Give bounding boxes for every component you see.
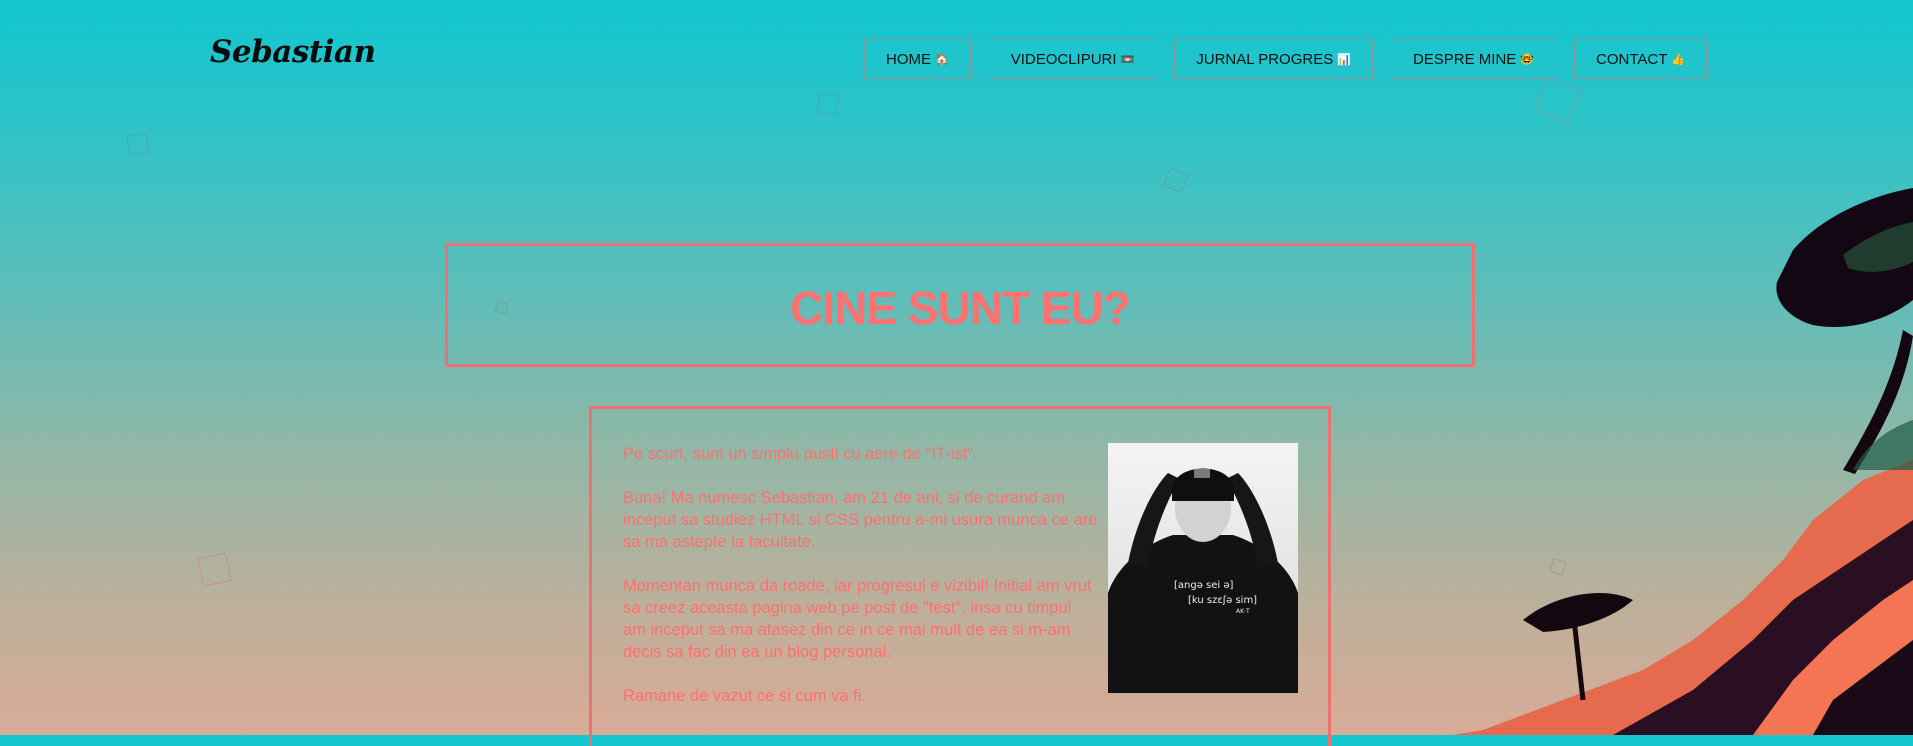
site-logo[interactable]: Sebastian [210, 34, 376, 70]
page-title: CINE SUNT EU? [790, 282, 1131, 334]
about-paragraph: Buna! Ma numesc Sebastian, am 21 de ani,… [623, 489, 1098, 551]
decor-square [816, 92, 840, 116]
about-paragraph: Pe scurt, sunt un simplu pusti cu aere d… [623, 445, 978, 463]
about-section: Pe scurt, sunt un simplu pusti cu aere d… [589, 406, 1331, 746]
videocassette-icon: 📼 [1120, 53, 1135, 66]
about-paragraph: Ramane de vazut ce si cum va fi. [623, 687, 867, 705]
house-icon: 🏠 [935, 53, 949, 66]
hoodie-text: AK·T [1236, 608, 1250, 615]
profile-photo: [angə sei ə] [ku szɛʃə sim] AK·T [1108, 443, 1298, 693]
nav-home[interactable]: HOME 🏠 [864, 39, 971, 79]
hoodie-text: [angə sei ə] [1174, 580, 1234, 591]
hero-box: CINE SUNT EU? [445, 243, 1475, 367]
about-text: Pe scurt, sunt un simplu pusti cu aere d… [623, 443, 1098, 729]
nav-jurnal-progres[interactable]: JURNAL PROGRES 📊 [1174, 39, 1373, 79]
decor-square [197, 552, 232, 587]
hoodie-text: [ku szɛʃə sim] [1188, 595, 1257, 606]
nav-videoclipuri[interactable]: VIDEOCLIPURI 📼 [988, 39, 1157, 79]
nav-label: HOME [886, 50, 931, 68]
nav-label: VIDEOCLIPURI [1010, 50, 1117, 68]
decor-square [126, 132, 150, 156]
decor-square [1163, 167, 1189, 193]
nav-label: JURNAL PROGRES [1196, 50, 1334, 68]
about-paragraph: Momentan munca da roade, iar progresul e… [623, 577, 1092, 661]
tree-cliff-illustration [1453, 188, 1913, 735]
chart-icon: 📊 [1337, 53, 1351, 66]
